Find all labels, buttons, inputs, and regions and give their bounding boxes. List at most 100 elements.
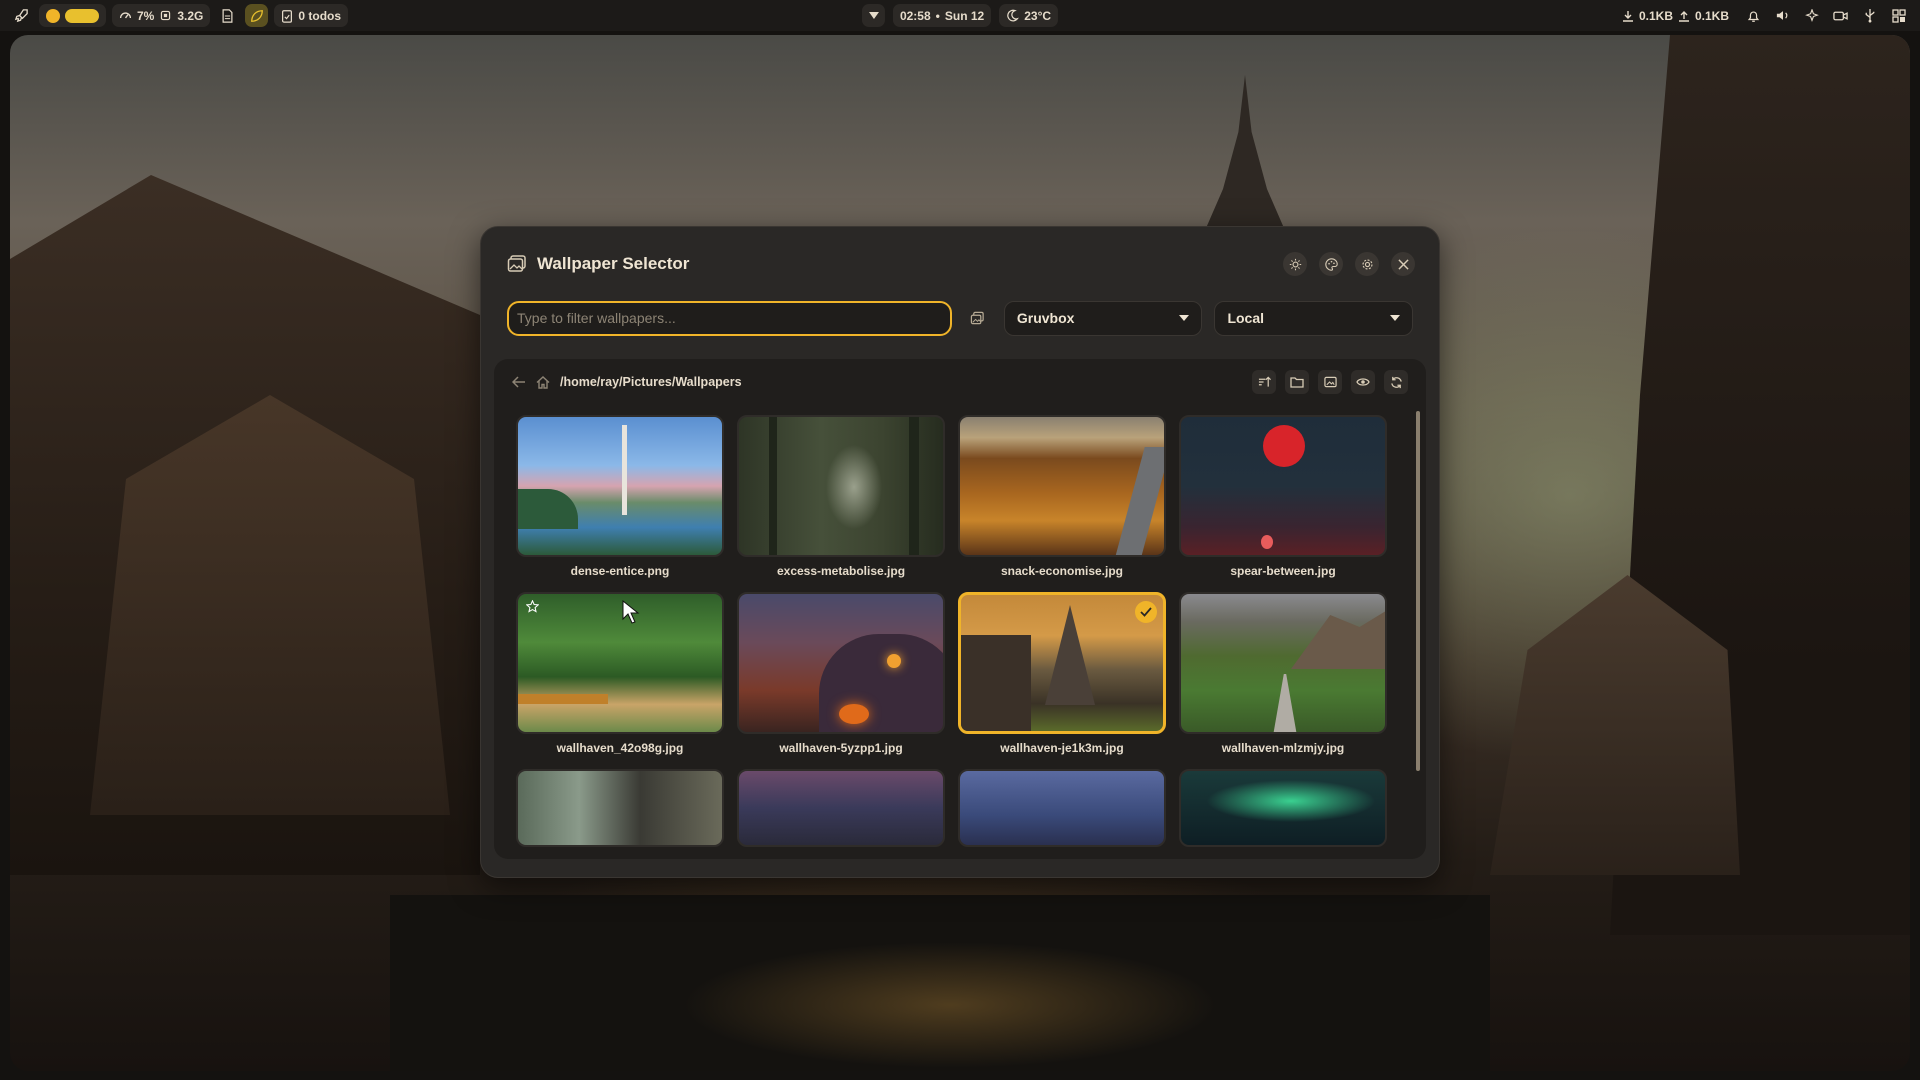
image-stack-icon bbox=[970, 311, 985, 326]
upload-icon bbox=[1678, 10, 1690, 22]
grid-icon bbox=[1891, 8, 1906, 23]
wallpaper-name: wallhaven-5yzpp1.jpg bbox=[779, 741, 903, 755]
sparkle-icon bbox=[1804, 8, 1819, 23]
palette-icon bbox=[1324, 257, 1338, 271]
wallpaper-item[interactable]: spear-between.jpg bbox=[1179, 415, 1387, 592]
home-icon[interactable] bbox=[536, 375, 550, 389]
wallpaper-thumbnail bbox=[737, 415, 945, 557]
clock-time: 02:58 bbox=[899, 8, 931, 23]
refresh-icon bbox=[1390, 376, 1403, 389]
usb-button[interactable] bbox=[1858, 4, 1881, 27]
refresh-button[interactable] bbox=[1384, 370, 1408, 394]
clipboard-check-icon bbox=[281, 9, 293, 23]
workspaces-button[interactable] bbox=[1887, 4, 1910, 27]
wallpaper-item[interactable] bbox=[958, 769, 1166, 859]
wallpaper-item[interactable]: wallhaven_42o98g.jpg bbox=[516, 592, 724, 769]
search-input[interactable] bbox=[507, 300, 952, 336]
preview-button[interactable] bbox=[1351, 370, 1375, 394]
system-resources[interactable]: 7% 3.2G bbox=[112, 4, 211, 27]
theme-toggle[interactable] bbox=[39, 4, 106, 27]
favorite-star-icon[interactable] bbox=[525, 599, 540, 618]
wallpaper-item[interactable] bbox=[737, 769, 945, 859]
topbar-left: 7% 3.2G 0 todos bbox=[10, 4, 349, 27]
launcher-button[interactable] bbox=[10, 4, 33, 27]
cpu-usage: 7% bbox=[137, 8, 155, 23]
todo-widget[interactable]: 0 todos bbox=[274, 4, 349, 27]
dialog-title: Wallpaper Selector bbox=[537, 254, 690, 273]
palette-button[interactable] bbox=[1319, 252, 1343, 276]
download-icon bbox=[1622, 10, 1634, 22]
selected-check-icon bbox=[1135, 601, 1157, 623]
source-select[interactable]: Local bbox=[1214, 300, 1413, 336]
source-value: Local bbox=[1227, 310, 1265, 326]
sun-dot-icon bbox=[46, 8, 60, 23]
document-icon bbox=[221, 8, 234, 23]
wallpaper-thumbnail bbox=[1179, 415, 1387, 557]
screen-record-button[interactable] bbox=[1829, 4, 1852, 27]
dialog-header-actions bbox=[1283, 252, 1415, 276]
browser-actions bbox=[1252, 370, 1408, 394]
topbar-right: 0.1KB 0.1KB bbox=[1615, 4, 1910, 27]
temperature: 23°C bbox=[1024, 8, 1052, 23]
sparkle-button[interactable] bbox=[1800, 4, 1823, 27]
back-arrow-icon[interactable] bbox=[512, 376, 526, 388]
wallpaper-item[interactable]: snack-economise.jpg bbox=[958, 415, 1166, 592]
wallpaper-name: wallhaven-je1k3m.jpg bbox=[1000, 741, 1124, 755]
sun-icon bbox=[1289, 258, 1302, 271]
grid-scrollbar[interactable] bbox=[1416, 411, 1420, 771]
clock-separator: • bbox=[935, 8, 940, 23]
wallpaper-item[interactable] bbox=[1179, 769, 1387, 859]
leaf-icon bbox=[250, 9, 264, 23]
path-bar: /home/ray/Pictures/Wallpapers bbox=[512, 369, 1408, 395]
dropdown-button[interactable] bbox=[861, 4, 885, 27]
wallpaper-name: spear-between.jpg bbox=[1230, 564, 1336, 578]
wallpaper-name: dense-entice.png bbox=[570, 564, 670, 578]
moon-icon bbox=[1006, 9, 1020, 22]
wallpaper-item[interactable]: wallhaven-5yzpp1.jpg bbox=[737, 592, 945, 769]
chip-icon bbox=[159, 9, 172, 22]
wallpaper-item[interactable]: excess-metabolise.jpg bbox=[737, 415, 945, 592]
wallpaper-item[interactable]: wallhaven-je1k3m.jpg bbox=[958, 592, 1166, 769]
wallpaper-grid: dense-entice.png excess-metabolise.jpg s… bbox=[516, 415, 1387, 859]
todo-count: 0 todos bbox=[298, 8, 342, 23]
notes-button[interactable] bbox=[216, 4, 239, 27]
current-path: /home/ray/Pictures/Wallpapers bbox=[560, 375, 742, 389]
wallpaper-thumbnail bbox=[958, 769, 1166, 847]
wallpaper-name: excess-metabolise.jpg bbox=[776, 564, 906, 578]
gear-icon bbox=[1361, 258, 1374, 271]
weather-widget[interactable]: 23°C bbox=[999, 4, 1059, 27]
eye-icon bbox=[1356, 377, 1370, 387]
wallpaper-thumbnail bbox=[958, 415, 1166, 557]
network-speed[interactable]: 0.1KB 0.1KB bbox=[1615, 4, 1736, 27]
filter-controls: Gruvbox Local bbox=[507, 300, 1413, 336]
upload-speed: 0.1KB bbox=[1694, 8, 1729, 23]
volume-button[interactable] bbox=[1771, 4, 1794, 27]
wallpaper-thumbnail bbox=[737, 592, 945, 734]
wallpaper-name: wallhaven-mlzmjy.jpg bbox=[1221, 741, 1345, 755]
usb-icon bbox=[1864, 8, 1876, 23]
wallpaper-item[interactable]: wallhaven-mlzmjy.jpg bbox=[1179, 592, 1387, 769]
gauge-icon bbox=[119, 9, 132, 22]
wallpaper-item[interactable]: dense-entice.png bbox=[516, 415, 724, 592]
settings-button[interactable] bbox=[1355, 252, 1379, 276]
image-type-toggle[interactable] bbox=[964, 304, 992, 332]
wallpaper-item[interactable] bbox=[516, 769, 724, 859]
close-button[interactable] bbox=[1391, 252, 1415, 276]
clock[interactable]: 02:58 • Sun 12 bbox=[892, 4, 992, 27]
open-folder-button[interactable] bbox=[1285, 370, 1309, 394]
dialog-header: Wallpaper Selector bbox=[507, 249, 1415, 279]
sort-button[interactable] bbox=[1252, 370, 1276, 394]
ai-button[interactable] bbox=[245, 4, 269, 27]
wallpaper-thumbnail bbox=[516, 415, 724, 557]
wallpaper-name: wallhaven_42o98g.jpg bbox=[556, 741, 684, 755]
brightness-button[interactable] bbox=[1283, 252, 1307, 276]
notifications-button[interactable] bbox=[1742, 4, 1765, 27]
wallpaper-thumbnail bbox=[516, 592, 724, 734]
video-camera-icon bbox=[1833, 10, 1848, 22]
color-scheme-select[interactable]: Gruvbox bbox=[1003, 300, 1203, 336]
chevron-down-icon bbox=[868, 12, 879, 19]
chevron-down-icon bbox=[1390, 315, 1400, 321]
speaker-icon bbox=[1776, 9, 1790, 22]
clock-date: Sun 12 bbox=[944, 8, 985, 23]
gallery-view-button[interactable] bbox=[1318, 370, 1342, 394]
